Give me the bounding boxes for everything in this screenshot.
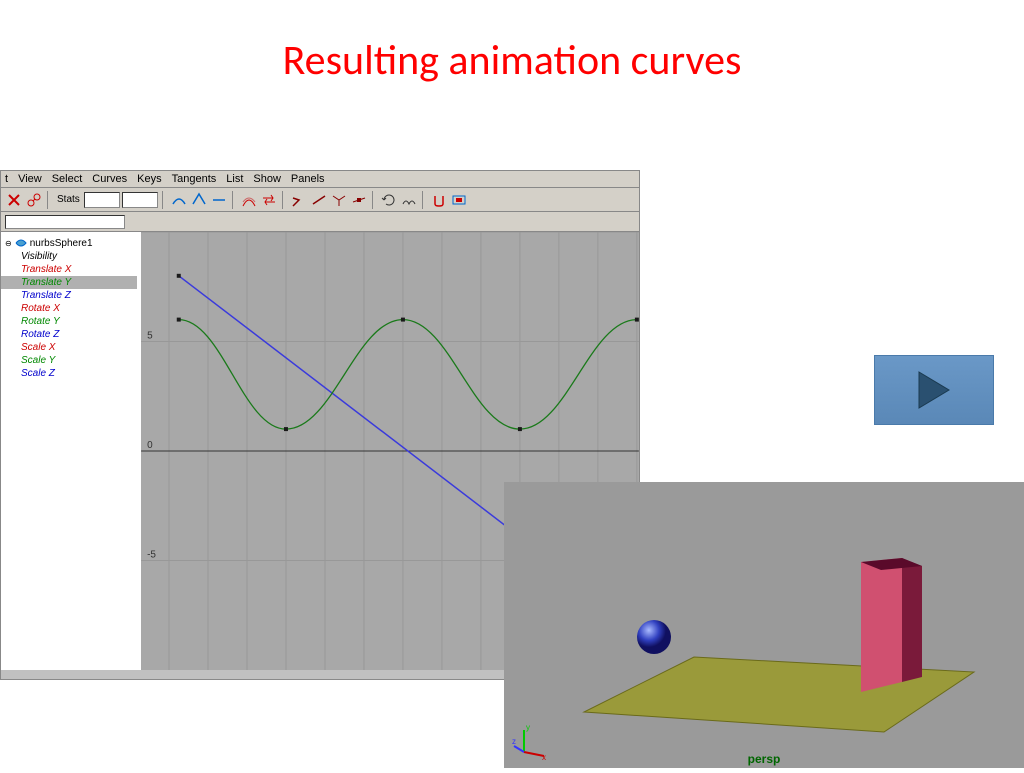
buffer-curve-icon[interactable]: [240, 191, 258, 209]
collapse-icon[interactable]: ⊖: [5, 239, 12, 248]
channel-translate-x[interactable]: Translate X: [5, 263, 137, 276]
separator: [162, 191, 166, 209]
channel-scale-z[interactable]: Scale Z: [5, 367, 137, 380]
cycle-offset-icon[interactable]: [400, 191, 418, 209]
separator: [422, 191, 426, 209]
separator: [372, 191, 376, 209]
node-label: nurbsSphere1: [30, 238, 93, 249]
outliner-panel: ⊖ nurbsSphere1 VisibilityTranslate XTran…: [1, 232, 141, 670]
axis-gizmo: y x z: [512, 722, 552, 762]
menu-item[interactable]: Show: [253, 173, 281, 185]
menu-item[interactable]: t: [5, 173, 8, 185]
separator: [232, 191, 236, 209]
filter-bar: [1, 212, 639, 232]
channel-translate-y[interactable]: Translate Y: [1, 276, 137, 289]
svg-text:y: y: [526, 723, 530, 732]
channel-rotate-y[interactable]: Rotate Y: [5, 315, 137, 328]
cut-key-icon[interactable]: [5, 191, 23, 209]
snap-icon[interactable]: [430, 191, 448, 209]
menu-item[interactable]: View: [18, 173, 42, 185]
stats-frame-input[interactable]: [84, 192, 120, 208]
outliner-node[interactable]: ⊖ nurbsSphere1: [5, 236, 137, 250]
toolbar: Stats: [1, 188, 639, 212]
menu-item[interactable]: Panels: [291, 173, 325, 185]
channel-visibility[interactable]: Visibility: [5, 250, 137, 263]
viewport-label: persp: [748, 752, 781, 766]
free-tangent-icon[interactable]: [330, 191, 348, 209]
menu-item[interactable]: List: [226, 173, 243, 185]
add-key-icon[interactable]: [25, 191, 43, 209]
slide-title: Resulting animation curves: [0, 0, 1024, 106]
nurbs-icon: [15, 237, 27, 249]
channel-scale-y[interactable]: Scale Y: [5, 354, 137, 367]
menu-item[interactable]: Tangents: [172, 173, 217, 185]
persp-viewport[interactable]: y x z persp: [504, 482, 1024, 768]
menu-bar: t View Select Curves Keys Tangents List …: [1, 171, 639, 188]
play-button[interactable]: [874, 355, 994, 425]
lock-tangent-icon[interactable]: [350, 191, 368, 209]
flat-tangent-icon[interactable]: [210, 191, 228, 209]
stats-value-input[interactable]: [122, 192, 158, 208]
channel-rotate-x[interactable]: Rotate X: [5, 302, 137, 315]
play-icon: [917, 370, 951, 410]
cycle-icon[interactable]: [380, 191, 398, 209]
break-tangent-icon[interactable]: [290, 191, 308, 209]
menu-item[interactable]: Curves: [92, 173, 127, 185]
menu-item[interactable]: Select: [52, 173, 83, 185]
channel-translate-z[interactable]: Translate Z: [5, 289, 137, 302]
svg-text:x: x: [542, 753, 546, 762]
separator: [47, 191, 51, 209]
svg-text:z: z: [512, 737, 516, 746]
channel-scale-x[interactable]: Scale X: [5, 341, 137, 354]
unify-tangent-icon[interactable]: [310, 191, 328, 209]
filter-input[interactable]: [5, 215, 125, 229]
linear-tangent-icon[interactable]: [190, 191, 208, 209]
swap-buffer-icon[interactable]: [260, 191, 278, 209]
menu-item[interactable]: Keys: [137, 173, 161, 185]
frame-all-icon[interactable]: [450, 191, 468, 209]
stats-label: Stats: [57, 194, 80, 205]
channel-rotate-z[interactable]: Rotate Z: [5, 328, 137, 341]
separator: [282, 191, 286, 209]
spline-tangent-icon[interactable]: [170, 191, 188, 209]
